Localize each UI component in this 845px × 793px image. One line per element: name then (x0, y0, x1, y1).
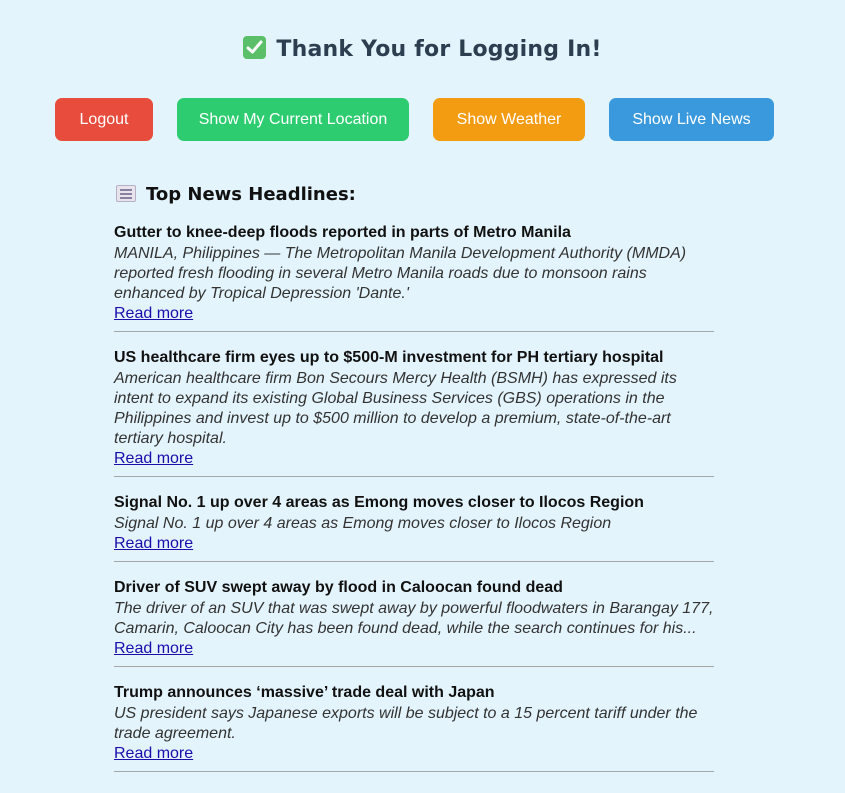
page-title-text: Thank You for Logging In! (276, 37, 602, 62)
article-title: US healthcare firm eyes up to $500-M inv… (114, 349, 664, 366)
article-description: US president says Japanese exports will … (114, 705, 698, 742)
news-section: Top News Headlines: Gutter to knee-deep … (114, 183, 714, 788)
page-title: Thank You for Logging In! (0, 36, 845, 62)
newspaper-icon (116, 185, 136, 202)
article-description: American healthcare firm Bon Secours Mer… (114, 370, 677, 447)
article-description: The driver of an SUV that was swept away… (114, 600, 714, 637)
news-article: Trump announces ‘massive’ trade deal wit… (114, 683, 714, 772)
article-title: Gutter to knee-deep floods reported in p… (114, 224, 571, 241)
read-more-link[interactable]: Read more (114, 304, 193, 323)
article-title: Driver of SUV swept away by flood in Cal… (114, 579, 563, 596)
show-location-button[interactable]: Show My Current Location (177, 98, 409, 141)
article-title: Trump announces ‘massive’ trade deal wit… (114, 684, 495, 701)
news-article: Gutter to knee-deep floods reported in p… (114, 223, 714, 332)
article-title: Signal No. 1 up over 4 areas as Emong mo… (114, 494, 644, 511)
read-more-link[interactable]: Read more (114, 534, 193, 553)
check-mark-icon (243, 36, 267, 59)
read-more-link[interactable]: Read more (114, 639, 193, 658)
news-article: Driver of SUV swept away by flood in Cal… (114, 578, 714, 667)
show-weather-button[interactable]: Show Weather (433, 98, 585, 141)
read-more-link[interactable]: Read more (114, 449, 193, 468)
read-more-link[interactable]: Read more (114, 744, 193, 763)
news-article: Signal No. 1 up over 4 areas as Emong mo… (114, 493, 714, 562)
article-description: MANILA, Philippines — The Metropolitan M… (114, 245, 687, 302)
article-description: Signal No. 1 up over 4 areas as Emong mo… (114, 515, 612, 532)
logout-button[interactable]: Logout (55, 98, 153, 141)
show-live-news-button[interactable]: Show Live News (609, 98, 774, 141)
news-article: US healthcare firm eyes up to $500-M inv… (114, 348, 714, 477)
news-heading: Top News Headlines: (114, 183, 714, 207)
news-heading-text: Top News Headlines: (146, 184, 356, 205)
page: Thank You for Logging In! Logout Show My… (0, 0, 845, 793)
